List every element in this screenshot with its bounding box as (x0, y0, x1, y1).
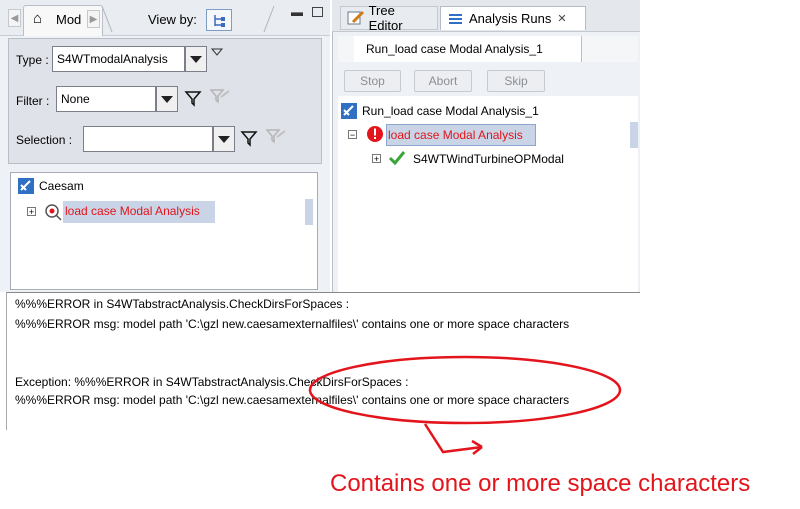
annotation-caption: Contains one or more space characters (330, 470, 751, 497)
annotation-overlay (308, 355, 622, 455)
highlight-ellipse (308, 355, 622, 425)
annotation-arrow (423, 423, 483, 454)
